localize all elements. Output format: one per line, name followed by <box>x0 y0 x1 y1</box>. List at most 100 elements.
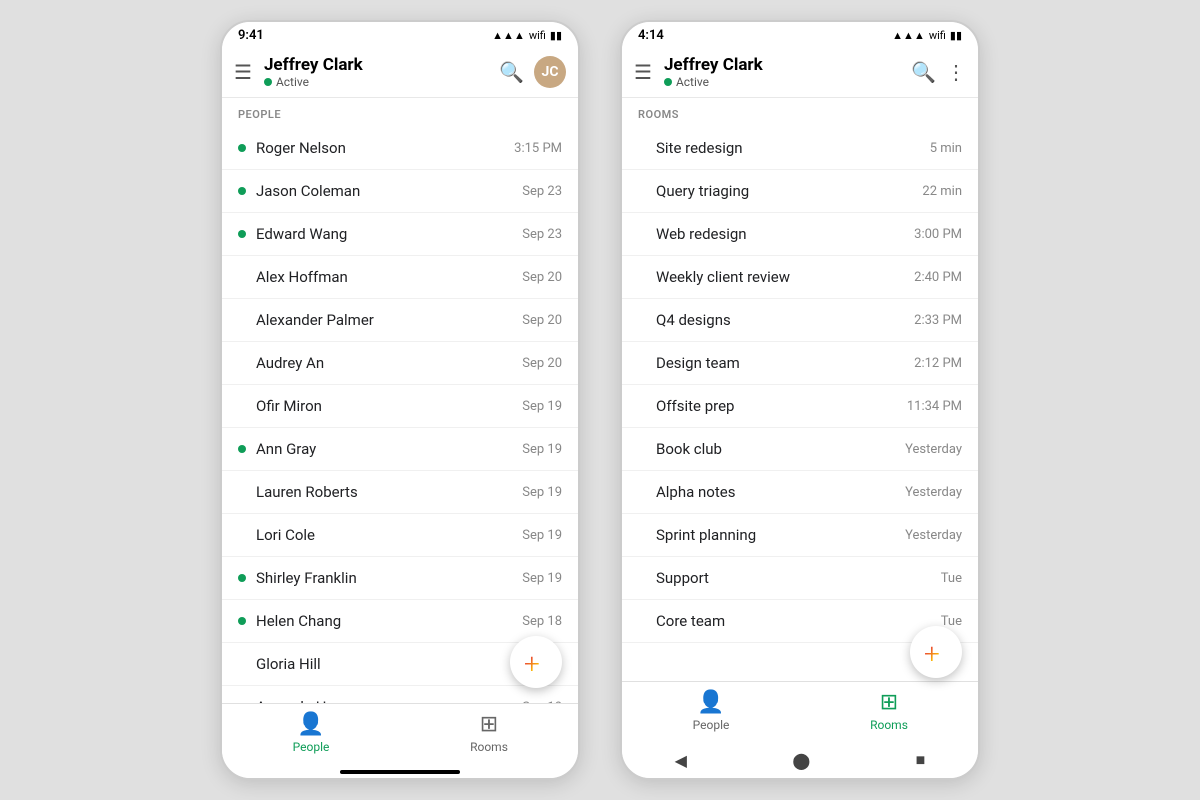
list-item[interactable]: Ann Gray Sep 19 <box>222 428 578 471</box>
rooms-nav-icon-left: ⊞ <box>480 712 498 737</box>
battery-icon: ▮▮ <box>550 29 562 42</box>
wifi-icon: wifi <box>529 29 546 42</box>
rooms-list: Site redesign 5 min Query triaging 22 mi… <box>622 127 978 681</box>
room-time: 5 min <box>930 141 962 156</box>
room-name: Weekly client review <box>656 268 914 286</box>
header-title-left: Jeffrey Clark <box>264 55 499 75</box>
list-item[interactable]: Design team 2:12 PM <box>622 342 978 385</box>
status-dot-right <box>664 78 672 86</box>
person-name: Audrey An <box>256 354 522 372</box>
room-time: Tue <box>941 571 962 586</box>
header-actions-left: 🔍 JC <box>499 56 566 88</box>
list-item[interactable]: Alpha notes Yesterday <box>622 471 978 514</box>
list-item[interactable]: Edward Wang Sep 23 <box>222 213 578 256</box>
online-dot <box>238 617 246 625</box>
list-item[interactable]: Q4 designs 2:33 PM <box>622 299 978 342</box>
bottom-nav-right: 👤 People ⊞ Rooms <box>622 681 978 742</box>
room-name: Offsite prep <box>656 397 907 415</box>
nav-people-left[interactable]: 👤 People <box>222 712 400 754</box>
person-name: Lauren Roberts <box>256 483 522 501</box>
room-name: Design team <box>656 354 914 372</box>
nav-people-right[interactable]: 👤 People <box>622 690 800 732</box>
avatar-left[interactable]: JC <box>534 56 566 88</box>
list-item[interactable]: Offsite prep 11:34 PM <box>622 385 978 428</box>
section-label-right: ROOMS <box>622 98 978 127</box>
status-icons-right: ▲▲▲ wifi ▮▮ <box>892 29 962 42</box>
back-button[interactable]: ◀ <box>675 751 687 770</box>
nav-rooms-left[interactable]: ⊞ Rooms <box>400 712 578 754</box>
phone-left: 9:41 ▲▲▲ wifi ▮▮ ☰ Jeffrey Clark Active … <box>220 20 580 780</box>
list-item[interactable]: Audrey An Sep 20 <box>222 342 578 385</box>
room-name: Core team <box>656 612 941 630</box>
room-name: Q4 designs <box>656 311 914 329</box>
home-button[interactable]: ⬤ <box>792 751 810 770</box>
person-time: Sep 19 <box>522 399 562 414</box>
nav-people-label-right: People <box>693 718 730 732</box>
room-name: Alpha notes <box>656 483 905 501</box>
people-list: Roger Nelson 3:15 PM Jason Coleman Sep 2… <box>222 127 578 703</box>
room-time: Yesterday <box>905 528 962 543</box>
person-time: Sep 18 <box>522 700 562 704</box>
person-name: Gloria Hill <box>256 655 522 673</box>
list-item[interactable]: Support Tue <box>622 557 978 600</box>
list-item[interactable]: Book club Yesterday <box>622 428 978 471</box>
list-item[interactable]: Lori Cole Sep 19 <box>222 514 578 557</box>
online-dot <box>238 230 246 238</box>
fab-right[interactable] <box>910 626 962 678</box>
more-icon-right[interactable]: ⋮ <box>946 60 966 84</box>
status-bar-left: 9:41 ▲▲▲ wifi ▮▮ <box>222 22 578 47</box>
person-name: Helen Chang <box>256 612 522 630</box>
online-dot <box>238 144 246 152</box>
online-dot <box>238 445 246 453</box>
list-item[interactable]: Site redesign 5 min <box>622 127 978 170</box>
title-block-left: Jeffrey Clark Active <box>264 55 499 89</box>
header-status-right: Active <box>664 75 911 89</box>
nav-rooms-label-right: Rooms <box>870 718 908 732</box>
recents-button[interactable]: ■ <box>916 750 926 770</box>
home-bar-line-left <box>340 770 460 774</box>
list-item[interactable]: Lauren Roberts Sep 19 <box>222 471 578 514</box>
room-name: Support <box>656 569 941 587</box>
person-name: Edward Wang <box>256 225 522 243</box>
person-time: Sep 20 <box>522 356 562 371</box>
fab-left[interactable] <box>510 636 562 688</box>
room-name: Book club <box>656 440 905 458</box>
person-name: Jason Coleman <box>256 182 522 200</box>
person-name: Ann Gray <box>256 440 522 458</box>
room-name: Site redesign <box>656 139 930 157</box>
list-item[interactable]: Web redesign 3:00 PM <box>622 213 978 256</box>
list-item[interactable]: Amanda Hayes Sep 18 <box>222 686 578 703</box>
list-item[interactable]: Alexander Palmer Sep 20 <box>222 299 578 342</box>
wifi-icon-right: wifi <box>929 29 946 42</box>
list-item[interactable]: Roger Nelson 3:15 PM <box>222 127 578 170</box>
person-time: Sep 23 <box>522 184 562 199</box>
menu-icon-right[interactable]: ☰ <box>634 60 652 84</box>
list-item[interactable]: Weekly client review 2:40 PM <box>622 256 978 299</box>
list-item[interactable]: Ofir Miron Sep 19 <box>222 385 578 428</box>
list-item[interactable]: Query triaging 22 min <box>622 170 978 213</box>
status-dot-left <box>264 78 272 86</box>
nav-rooms-right[interactable]: ⊞ Rooms <box>800 690 978 732</box>
search-icon-right[interactable]: 🔍 <box>911 60 936 84</box>
person-name: Alex Hoffman <box>256 268 522 286</box>
battery-icon-right: ▮▮ <box>950 29 962 42</box>
header-actions-right: 🔍 ⋮ <box>911 60 966 84</box>
menu-icon-left[interactable]: ☰ <box>234 60 252 84</box>
status-icons-left: ▲▲▲ wifi ▮▮ <box>492 29 562 42</box>
list-item[interactable]: Sprint planning Yesterday <box>622 514 978 557</box>
room-time: 2:40 PM <box>914 270 962 285</box>
people-nav-icon: 👤 <box>297 712 324 737</box>
fab-button-left[interactable] <box>510 636 562 688</box>
list-item[interactable]: Jason Coleman Sep 23 <box>222 170 578 213</box>
room-time: 3:00 PM <box>914 227 962 242</box>
search-icon-left[interactable]: 🔍 <box>499 60 524 84</box>
header-right: ☰ Jeffrey Clark Active 🔍 ⋮ <box>622 47 978 98</box>
room-time: 22 min <box>922 184 962 199</box>
fab-button-right[interactable] <box>910 626 962 678</box>
person-time: Sep 20 <box>522 270 562 285</box>
signal-icon-right: ▲▲▲ <box>892 29 925 42</box>
person-name: Lori Cole <box>256 526 522 544</box>
list-item[interactable]: Alex Hoffman Sep 20 <box>222 256 578 299</box>
list-item[interactable]: Shirley Franklin Sep 19 <box>222 557 578 600</box>
home-bar-left <box>222 764 578 778</box>
